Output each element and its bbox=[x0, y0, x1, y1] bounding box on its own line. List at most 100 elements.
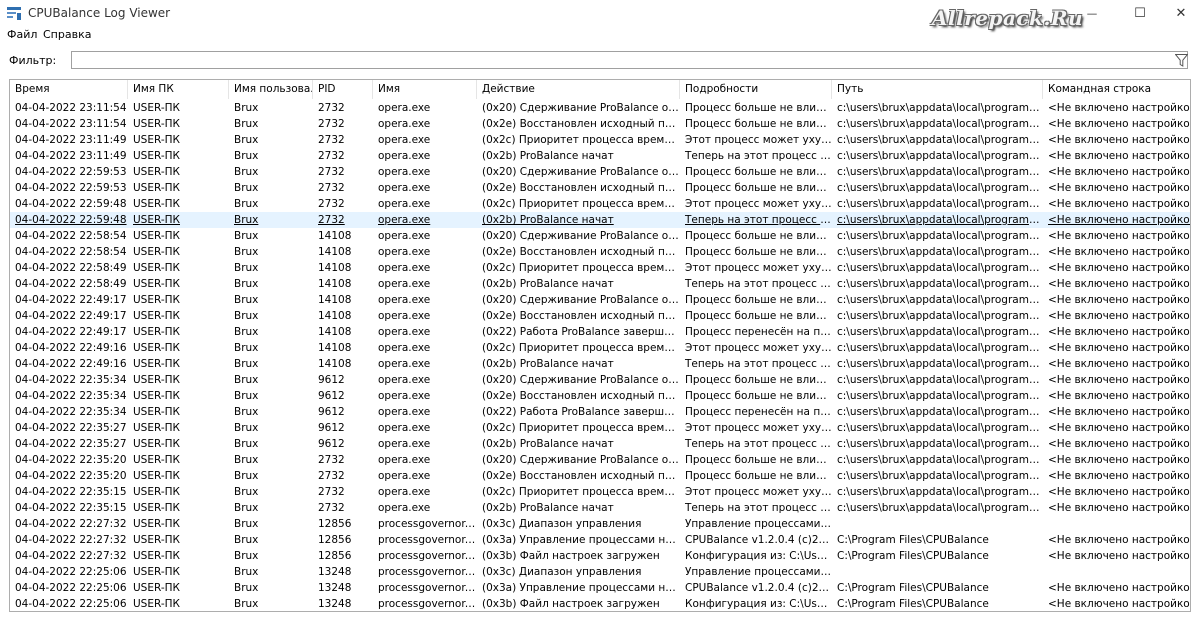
header-col-command-line[interactable]: Командная строка bbox=[1043, 80, 1190, 99]
header-col-user-name[interactable]: Имя пользова... bbox=[229, 80, 313, 99]
cell-pc-name: USER-ПК bbox=[133, 390, 180, 402]
table-row[interactable]: 04-04-2022 22:58:54 USER-ПК Brux 14108 opera… bbox=[10, 244, 1190, 260]
table-row[interactable]: 04-04-2022 22:49:16 USER-ПК Brux 14108 opera… bbox=[10, 340, 1190, 356]
cell-pc-name: USER-ПК bbox=[133, 310, 180, 322]
table-header: Время Имя ПК Имя пользова... PID Имя Действие… bbox=[10, 80, 1190, 99]
cell-pc-name: USER-ПК bbox=[133, 518, 180, 530]
header-col-pid[interactable]: PID bbox=[313, 80, 373, 99]
table-row[interactable]: 04-04-2022 23:11:49 USER-ПК Brux 2732 opera.… bbox=[10, 148, 1190, 164]
cell-details: Конфигурация из: C:\Users\B... bbox=[685, 550, 832, 562]
table-row[interactable]: 04-04-2022 22:59:53 USER-ПК Brux 2732 opera.… bbox=[10, 164, 1190, 180]
table-row[interactable]: 04-04-2022 22:35:15 USER-ПК Brux 2732 opera.… bbox=[10, 500, 1190, 516]
cell-details: Процесс больше не влияет ... bbox=[685, 230, 832, 242]
cell-pc-name: USER-ПК bbox=[133, 454, 180, 466]
cell-user-name: Brux bbox=[234, 278, 259, 290]
cell-path: c:\users\brux\appdata\local\programs\op.… bbox=[837, 422, 1043, 434]
cell-path: c:\users\brux\appdata\local\programs\op.… bbox=[837, 182, 1043, 194]
table-row[interactable]: 04-04-2022 22:27:32 USER-ПК Brux 12856 proce… bbox=[10, 532, 1190, 548]
table-row[interactable]: 04-04-2022 22:49:17 USER-ПК Brux 14108 opera… bbox=[10, 324, 1190, 340]
table-row[interactable]: 04-04-2022 22:49:17 USER-ПК Brux 14108 opera… bbox=[10, 308, 1191, 324]
cell-command-line: <Не включено настройкой> bbox=[1048, 358, 1191, 370]
minimize-button[interactable]: — bbox=[1069, 0, 1115, 27]
cell-name: processgovernor.exe bbox=[378, 550, 477, 562]
table-row[interactable]: 04-04-2022 22:35:34 USER-ПК Brux 9612 opera.… bbox=[10, 388, 1191, 404]
cell-path: c:\users\brux\appdata\local\programs\op.… bbox=[837, 342, 1043, 354]
cell-time: 04-04-2022 22:27:32 bbox=[15, 534, 127, 546]
table-row[interactable]: 04-04-2022 22:35:27 USER-ПК Brux 9612 opera.… bbox=[10, 436, 1190, 452]
cell-user-name: Brux bbox=[234, 102, 259, 114]
header-col-pc-name[interactable]: Имя ПК bbox=[128, 80, 229, 99]
table-row[interactable]: 04-04-2022 22:35:34 USER-ПК Brux 9612 opera.… bbox=[10, 404, 1190, 420]
table-row[interactable]: 04-04-2022 22:25:06 USER-ПК Brux 13248 proce… bbox=[10, 564, 1190, 580]
table-row[interactable]: 04-04-2022 22:49:17 USER-ПК Brux 14108 opera… bbox=[10, 292, 1190, 308]
table-row[interactable]: 04-04-2022 22:25:06 USER-ПК Brux 13248 proce… bbox=[10, 596, 1190, 611]
cell-path bbox=[832, 564, 1043, 580]
table-row[interactable]: 04-04-2022 22:35:15 USER-ПК Brux 2732 opera.… bbox=[10, 484, 1191, 500]
cell-time: 04-04-2022 22:35:15 bbox=[15, 502, 127, 514]
cell-command-line: <Не включено настройкой> bbox=[1048, 486, 1191, 498]
table-row[interactable]: 04-04-2022 22:58:49 USER-ПК Brux 14108 opera… bbox=[10, 260, 1190, 276]
table-row[interactable]: 04-04-2022 22:35:27 USER-ПК Brux 9612 opera.… bbox=[10, 420, 1190, 436]
cell-pid: 14108 bbox=[318, 294, 352, 306]
header-col-name[interactable]: Имя bbox=[373, 80, 477, 99]
cell-name: opera.exe bbox=[378, 454, 431, 466]
menu-file[interactable]: Файл bbox=[7, 28, 37, 41]
title-bar[interactable]: CPUBalance Log Viewer Allrepack.Ru — ☐ ✕ bbox=[0, 0, 1200, 30]
cell-command-line: <Не включено настройкой> bbox=[1048, 390, 1191, 402]
cell-action: (0x2b) ProBalance начат bbox=[482, 438, 614, 450]
table-row[interactable]: 04-04-2022 22:58:49 USER-ПК Brux 14108 opera… bbox=[10, 276, 1190, 292]
table-row[interactable]: 04-04-2022 23:11:54 USER-ПК Brux 2732 opera.… bbox=[10, 100, 1190, 116]
table-row[interactable]: 04-04-2022 22:59:48 USER-ПК Brux 2732 opera.… bbox=[10, 196, 1191, 212]
cell-user-name: Brux bbox=[234, 310, 259, 322]
cell-user-name: Brux bbox=[234, 486, 259, 498]
table-row[interactable]: 04-04-2022 22:35:20 USER-ПК Brux 2732 opera.… bbox=[10, 468, 1190, 484]
cell-action: (0x2b) ProBalance начат bbox=[482, 502, 614, 514]
table-row[interactable]: 04-04-2022 23:11:49 USER-ПК Brux 2732 opera.… bbox=[10, 132, 1190, 148]
cell-details: Процесс больше не влияет ... bbox=[685, 102, 832, 114]
log-table[interactable]: Время Имя ПК Имя пользова... PID Имя Действие… bbox=[9, 79, 1191, 612]
cell-path: C:\Program Files\CPUBalance bbox=[837, 582, 989, 594]
header-col-path[interactable]: Путь bbox=[832, 80, 1043, 99]
cell-command-line: <Не включено настройкой> bbox=[1048, 310, 1191, 322]
cell-pid: 2732 bbox=[318, 502, 345, 514]
cell-details: Процесс больше не влияет ... bbox=[685, 454, 832, 466]
cell-pc-name: USER-ПК bbox=[133, 150, 180, 162]
cell-path: C:\Program Files\CPUBalance bbox=[837, 550, 989, 562]
menu-help[interactable]: Справка bbox=[43, 28, 91, 41]
cell-command-line: <Не включено настройкой> bbox=[1048, 198, 1191, 210]
cell-user-name: Brux bbox=[234, 598, 259, 610]
cell-time: 04-04-2022 22:59:48 bbox=[15, 198, 127, 210]
table-row[interactable]: 04-04-2022 22:49:16 USER-ПК Brux 14108 opera… bbox=[10, 356, 1191, 372]
cell-pid: 12856 bbox=[318, 550, 352, 562]
cell-name: opera.exe bbox=[378, 118, 431, 130]
cell-pid: 14108 bbox=[318, 278, 352, 290]
cell-time: 04-04-2022 22:27:32 bbox=[15, 518, 127, 530]
table-row[interactable]: 04-04-2022 22:59:48 USER-ПК Brux 2732 opera.… bbox=[10, 212, 1190, 228]
cell-action: (0x2b) ProBalance начат bbox=[482, 358, 614, 370]
table-row[interactable]: 04-04-2022 22:35:20 USER-ПК Brux 2732 opera.… bbox=[10, 452, 1190, 468]
table-row[interactable]: 04-04-2022 23:11:54 USER-ПК Brux 2732 opera.… bbox=[10, 116, 1190, 132]
cell-details: Теперь на этот процесс дейс... bbox=[685, 358, 832, 370]
cell-name: opera.exe bbox=[378, 150, 431, 162]
header-col-time[interactable]: Время bbox=[10, 80, 128, 99]
cell-pid: 2732 bbox=[318, 102, 345, 114]
cell-details: Теперь на этот процесс дейс... bbox=[685, 214, 832, 226]
header-col-details[interactable]: Подробности bbox=[680, 80, 832, 99]
cell-path: c:\users\brux\appdata\local\programs\op.… bbox=[837, 102, 1043, 114]
table-row[interactable]: 04-04-2022 22:27:32 USER-ПК Brux 12856 proce… bbox=[10, 516, 1190, 532]
table-row[interactable]: 04-04-2022 22:25:06 USER-ПК Brux 13248 proce… bbox=[10, 580, 1190, 596]
funnel-icon[interactable] bbox=[1174, 54, 1189, 67]
table-row[interactable]: 04-04-2022 22:27:32 USER-ПК Brux 12856 proce… bbox=[10, 548, 1190, 564]
cell-name: processgovernor.exe bbox=[378, 566, 477, 578]
cell-details: Процесс больше не влияет ... bbox=[685, 118, 832, 130]
header-col-action[interactable]: Действие bbox=[477, 80, 680, 99]
table-row[interactable]: 04-04-2022 22:35:34 USER-ПК Brux 9612 opera.… bbox=[10, 372, 1190, 388]
close-button[interactable]: ✕ bbox=[1158, 0, 1200, 27]
cell-action: (0x3b) Файл настроек загружен bbox=[482, 598, 660, 610]
table-row[interactable]: 04-04-2022 22:58:54 USER-ПК Brux 14108 opera… bbox=[10, 228, 1190, 244]
table-row[interactable]: 04-04-2022 22:59:53 USER-ПК Brux 2732 opera.… bbox=[10, 180, 1190, 196]
maximize-button[interactable]: ☐ bbox=[1117, 0, 1163, 27]
filter-input[interactable] bbox=[71, 51, 1188, 69]
cell-name: processgovernor.exe bbox=[378, 582, 477, 594]
cell-name: opera.exe bbox=[378, 102, 431, 114]
